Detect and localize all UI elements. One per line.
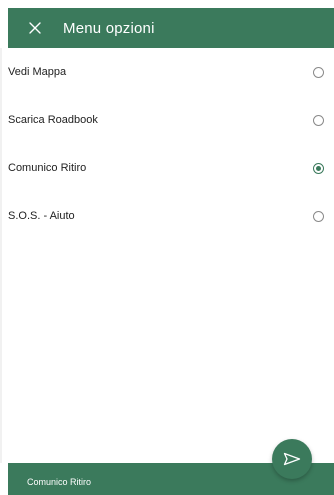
selected-option-text: Comunico Ritiro	[27, 477, 92, 487]
radio-sos-aiuto[interactable]	[313, 210, 324, 222]
close-icon	[29, 22, 41, 34]
option-label: Scarica Roadbook	[8, 114, 98, 126]
options-menu-screen: Menu opzioni Vedi Mappa Scarica Roadbook…	[0, 0, 334, 495]
page-title: Menu opzioni	[63, 19, 155, 37]
send-icon	[283, 452, 301, 466]
option-comunico-ritiro[interactable]: Comunico Ritiro	[0, 144, 334, 192]
menu-header: Menu opzioni	[8, 8, 334, 48]
option-sos-aiuto[interactable]: S.O.S. - Aiuto	[0, 192, 334, 240]
send-button[interactable]	[272, 439, 312, 479]
options-list: Vedi Mappa Scarica Roadbook Comunico Rit…	[0, 48, 334, 240]
option-vedi-mappa[interactable]: Vedi Mappa	[0, 48, 334, 96]
radio-comunico-ritiro[interactable]	[313, 162, 324, 174]
radio-scarica-roadbook[interactable]	[313, 114, 324, 126]
radio-vedi-mappa[interactable]	[313, 66, 324, 78]
close-button[interactable]	[26, 19, 44, 37]
option-label: S.O.S. - Aiuto	[8, 210, 75, 222]
option-scarica-roadbook[interactable]: Scarica Roadbook	[0, 96, 334, 144]
option-label: Vedi Mappa	[8, 66, 67, 78]
option-label: Comunico Ritiro	[8, 162, 87, 174]
